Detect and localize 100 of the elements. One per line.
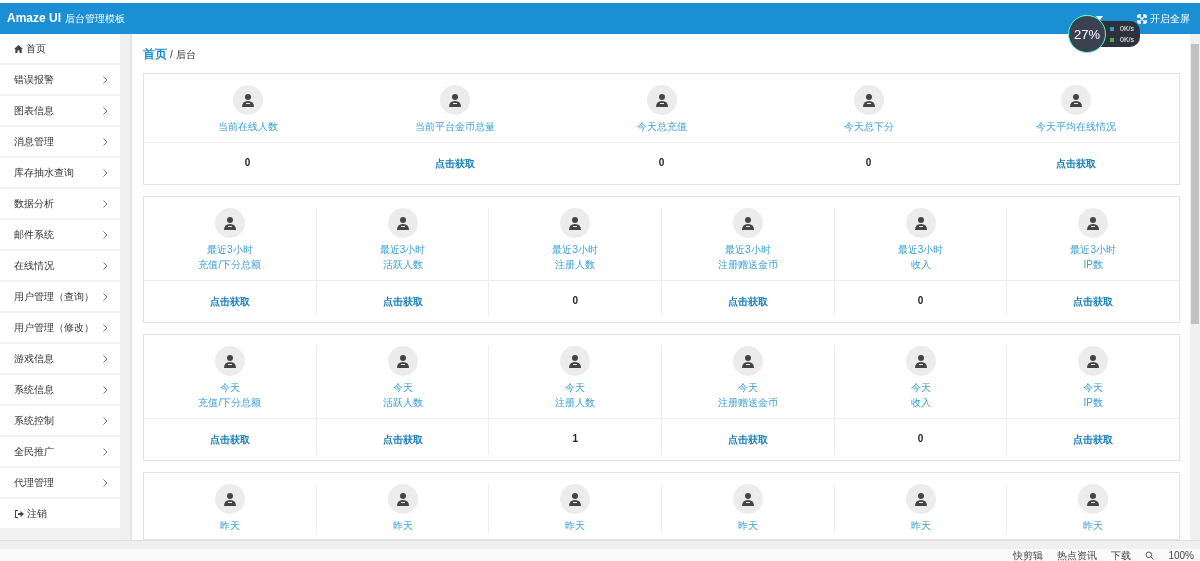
stat-label: 今天 IP数 xyxy=(1083,381,1104,410)
fetch-link[interactable]: 点击获取 xyxy=(727,419,768,454)
sidebar-item[interactable]: 数据分析 xyxy=(0,189,120,218)
stat-label: 昨天 xyxy=(910,519,931,533)
user-icon xyxy=(214,346,245,376)
brand-name[interactable]: Amaze UI xyxy=(7,11,62,25)
user-icon xyxy=(560,346,591,376)
home-icon xyxy=(14,44,23,53)
stat-value: 1 xyxy=(572,432,578,446)
upload-icon xyxy=(1110,26,1114,31)
sidebar-item[interactable]: 图表信息 xyxy=(0,96,120,125)
stat-value: 0 xyxy=(917,294,924,308)
download-icon xyxy=(1110,37,1114,42)
user-icon xyxy=(387,208,418,238)
stat-label: 今天 活跃人数 xyxy=(382,381,423,410)
user-icon xyxy=(905,484,936,514)
stat-label: 最近3小时 注册人数 xyxy=(552,243,598,272)
user-icon xyxy=(646,85,677,115)
sidebar-item[interactable]: 用户管理（修改） xyxy=(0,313,120,342)
fetch-link[interactable]: 点击获取 xyxy=(209,419,250,454)
stat-label: 今天平均在线情况 xyxy=(1035,120,1116,134)
sidebar-item[interactable]: 系统信息 xyxy=(0,375,120,404)
user-icon xyxy=(853,85,884,115)
user-icon xyxy=(214,208,245,238)
user-icon xyxy=(214,484,245,514)
chevron-icon xyxy=(103,168,108,177)
stat-label: 最近3小时 IP数 xyxy=(1070,243,1116,272)
stat-label: 最近3小时 收入 xyxy=(897,243,944,272)
stat-label: 今天 注册赠送金币 xyxy=(717,381,778,410)
logout-icon xyxy=(14,509,24,518)
stat-label: 最近3小时 充值/下分总额 xyxy=(198,243,262,272)
horizontal-scrollbar[interactable] xyxy=(0,540,1200,549)
sidebar-item[interactable]: 游戏信息 xyxy=(0,344,120,373)
breadcrumb-text: / 后台 xyxy=(170,48,196,62)
user-icon xyxy=(732,346,763,376)
stat-label: 今天 收入 xyxy=(910,381,931,410)
user-icon xyxy=(387,346,418,376)
stat-label: 昨天 xyxy=(565,519,586,533)
fetch-link[interactable]: 点击获取 xyxy=(382,419,423,454)
fetch-link[interactable]: 点击获取 xyxy=(1073,281,1114,316)
chevron-icon xyxy=(103,447,108,456)
fetch-link[interactable]: 点击获取 xyxy=(727,281,768,316)
expand-icon xyxy=(1137,13,1147,24)
chevron-icon xyxy=(103,137,108,146)
cpu-gauge: 27% xyxy=(1068,15,1106,53)
stat-value: 0 xyxy=(917,432,924,446)
fetch-link[interactable]: 点击获取 xyxy=(209,281,250,316)
user-icon xyxy=(732,208,763,238)
chevron-icon xyxy=(103,385,108,394)
chevron-icon xyxy=(103,354,108,363)
stat-label: 今天总充值 xyxy=(636,120,687,134)
sidebar-item[interactable]: 代理管理 xyxy=(0,468,120,497)
sidebar-item[interactable]: 系统控制 xyxy=(0,406,120,435)
status-item[interactable]: 下载 xyxy=(1111,549,1132,561)
breadcrumb-link[interactable]: 首页 xyxy=(143,46,167,63)
status-item[interactable]: 快剪辑 xyxy=(1013,549,1044,561)
status-item[interactable]: 热点资讯 xyxy=(1057,549,1098,561)
chevron-icon xyxy=(103,199,108,208)
stat-label: 今天 注册人数 xyxy=(555,381,596,410)
chevron-icon xyxy=(103,261,108,270)
zoom-level[interactable]: 100% xyxy=(1168,549,1194,561)
fetch-link[interactable]: 点击获取 xyxy=(1073,419,1114,454)
user-icon xyxy=(1078,484,1109,514)
sidebar-item[interactable]: 消息管理 xyxy=(0,127,120,156)
stat-label: 今天总下分 xyxy=(843,120,894,134)
chevron-icon xyxy=(103,323,108,332)
fetch-link[interactable]: 点击获取 xyxy=(382,281,423,316)
stat-label: 今天 充值/下分总额 xyxy=(198,381,262,410)
chevron-icon xyxy=(103,230,108,239)
sidebar-item[interactable]: 用户管理（查询） xyxy=(0,282,120,311)
stat-value: 0 xyxy=(244,156,251,170)
user-icon xyxy=(905,346,936,376)
stat-value: 0 xyxy=(865,156,872,170)
chevron-icon xyxy=(103,416,108,425)
stat-label: 昨天 xyxy=(1083,519,1104,533)
sidebar-item[interactable]: 注销 xyxy=(0,499,120,528)
chevron-icon xyxy=(103,292,108,301)
user-icon xyxy=(1078,346,1109,376)
stat-label: 当前平台金币总量 xyxy=(414,120,495,134)
stat-label: 最近3小时 活跃人数 xyxy=(379,243,426,272)
sidebar-item[interactable]: 邮件系统 xyxy=(0,220,120,249)
user-icon xyxy=(732,484,763,514)
sidebar-item[interactable]: 在线情况 xyxy=(0,251,120,280)
fetch-link[interactable]: 点击获取 xyxy=(1055,143,1096,178)
brand-subtitle: 后台管理模板 xyxy=(65,12,126,26)
user-icon xyxy=(560,208,591,238)
fullscreen-link[interactable]: 开启全屏 xyxy=(1137,11,1190,26)
caret-icon xyxy=(1096,16,1103,21)
sidebar-item[interactable]: 库存抽水查询 xyxy=(0,158,120,187)
sidebar-item[interactable]: 全民推广 xyxy=(0,437,120,466)
user-icon xyxy=(1078,208,1109,238)
fetch-link[interactable]: 点击获取 xyxy=(434,143,475,178)
user-icon xyxy=(232,85,263,115)
user-icon xyxy=(439,85,470,115)
sidebar-item[interactable]: 错误报警 xyxy=(0,65,120,94)
sidebar-item[interactable]: 首页 xyxy=(0,34,120,63)
scrollbar[interactable] xyxy=(1190,34,1200,540)
user-icon xyxy=(1060,85,1091,115)
user-icon xyxy=(387,484,418,514)
stat-value: 0 xyxy=(658,156,665,170)
